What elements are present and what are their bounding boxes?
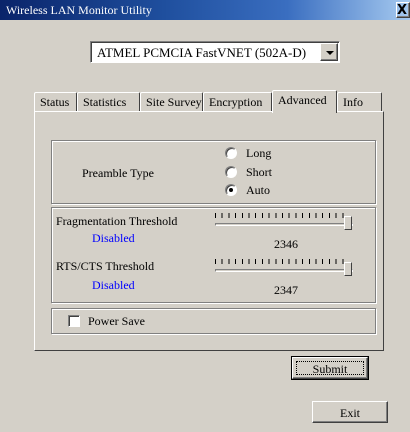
title-bar[interactable]: Wireless LAN Monitor Utility X [0, 0, 410, 20]
window-title: Wireless LAN Monitor Utility [6, 3, 152, 17]
preamble-label: Preamble Type [82, 166, 154, 180]
tab-encryption[interactable]: Encryption [203, 92, 272, 112]
slider-thumb[interactable] [344, 216, 353, 230]
rts-slider[interactable] [215, 257, 355, 276]
tab-site-survey[interactable]: Site Survey [140, 92, 203, 112]
slider-thumb[interactable] [344, 262, 353, 276]
adapter-select-value: ATMEL PCMCIA FastVNET (502A-D) [97, 45, 307, 60]
preamble-long-label[interactable]: Long [246, 146, 271, 161]
rts-value: 2347 [274, 283, 298, 297]
preamble-long-radio[interactable] [225, 147, 237, 159]
chevron-down-icon[interactable] [320, 43, 338, 61]
tab-status[interactable]: Status [34, 92, 77, 112]
tab-advanced[interactable]: Advanced [272, 90, 337, 113]
advanced-panel: Preamble Type Long Short Auto Fragmentat… [34, 111, 384, 351]
slider-ticks [215, 213, 349, 218]
preamble-group: Preamble Type Long Short Auto [51, 140, 376, 204]
submit-button-label: Submit [312, 362, 348, 376]
preamble-auto-radio[interactable] [225, 184, 237, 196]
fragmentation-value: 2346 [274, 237, 298, 251]
adapter-select[interactable]: ATMEL PCMCIA FastVNET (502A-D) [90, 41, 340, 63]
fragmentation-slider[interactable] [215, 211, 355, 230]
tab-info[interactable]: Info [337, 92, 382, 112]
preamble-short-label[interactable]: Short [246, 165, 272, 180]
tab-statistics[interactable]: Statistics [77, 92, 140, 112]
threshold-group: Fragmentation Threshold Disabled 2346 RT… [51, 207, 376, 303]
slider-track [215, 269, 353, 272]
rts-status: Disabled [92, 278, 135, 292]
fragmentation-label: Fragmentation Threshold [56, 214, 178, 228]
fragmentation-status: Disabled [92, 231, 135, 245]
exit-button[interactable]: Exit [312, 401, 388, 423]
slider-track [215, 223, 353, 226]
preamble-short-radio[interactable] [225, 166, 237, 178]
close-icon[interactable]: X [396, 2, 410, 18]
submit-button[interactable]: Submit [291, 356, 369, 380]
rts-label: RTS/CTS Threshold [56, 259, 155, 273]
power-save-group: Power Save [51, 308, 376, 334]
app-window: Wireless LAN Monitor Utility X ATMEL PCM… [0, 0, 410, 432]
exit-button-label: Exit [340, 406, 360, 420]
power-save-checkbox[interactable] [68, 315, 80, 327]
power-save-label[interactable]: Power Save [88, 314, 145, 329]
preamble-auto-label[interactable]: Auto [246, 183, 270, 198]
slider-ticks [215, 259, 349, 264]
